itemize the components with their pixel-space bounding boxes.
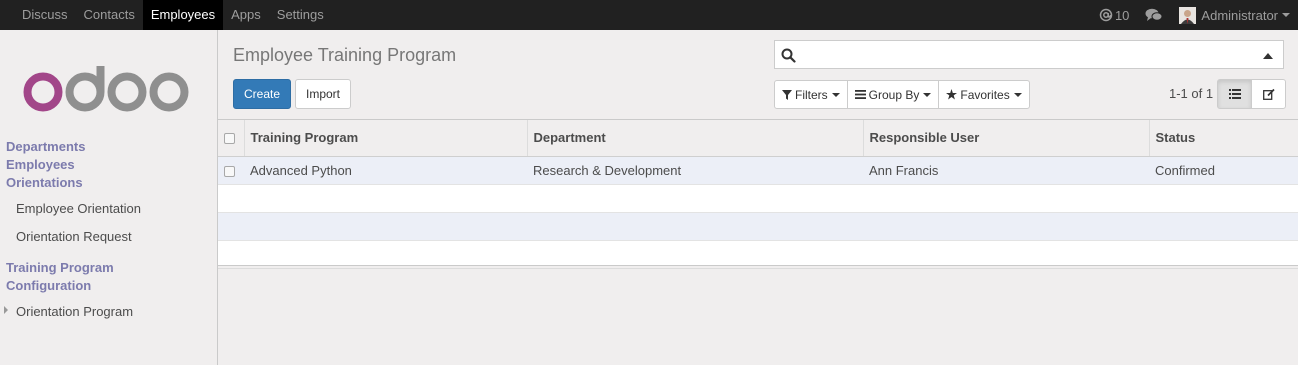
cell-training-program[interactable]: Advanced Python xyxy=(244,156,527,185)
sidebar-item-orientation-request[interactable]: Orientation Request xyxy=(16,229,132,244)
empty-row xyxy=(218,240,1298,269)
chevron-down-icon xyxy=(1013,92,1022,97)
sidebar-item-employees[interactable]: Employees xyxy=(6,157,75,172)
sidebar-item-configuration[interactable]: Configuration xyxy=(6,278,91,293)
chevron-down-icon xyxy=(923,92,932,97)
menu-contacts[interactable]: Contacts xyxy=(76,0,143,30)
pager-value[interactable]: 1-1 of 1 xyxy=(1169,86,1213,101)
table-row[interactable]: Advanced Python Research & Development A… xyxy=(218,156,1298,185)
row-select-cell xyxy=(218,156,244,185)
sidebar-item-employee-orientation[interactable]: Employee Orientation xyxy=(16,201,141,216)
at-icon xyxy=(1099,8,1113,22)
odoo-logo xyxy=(23,66,189,112)
list-view: Training Program Department Responsible … xyxy=(218,119,1298,365)
table-header-row: Training Program Department Responsible … xyxy=(218,120,1298,157)
form-view-button[interactable] xyxy=(1251,79,1286,109)
empty-row xyxy=(218,212,1298,241)
select-all-cell xyxy=(218,120,245,157)
systray: 10 Administrator xyxy=(1099,0,1298,30)
row-checkbox[interactable] xyxy=(224,165,235,177)
page-title: Employee Training Program xyxy=(233,45,457,65)
group-by-button[interactable]: Group By xyxy=(846,80,940,109)
cell-responsible-user[interactable]: Ann Francis xyxy=(863,156,1149,185)
column-header-training-program[interactable]: Training Program xyxy=(244,120,528,157)
chevron-down-icon xyxy=(831,92,840,97)
chevron-down-icon xyxy=(1282,13,1290,17)
top-navbar: Discuss Contacts Employees Apps Settings… xyxy=(0,0,1298,30)
filter-icon xyxy=(782,89,792,100)
search-icon xyxy=(781,48,796,63)
menu-apps[interactable]: Apps xyxy=(223,0,269,30)
column-header-status[interactable]: Status xyxy=(1149,120,1298,157)
import-button[interactable]: Import xyxy=(295,79,351,109)
sidebar-item-orientation-program[interactable]: Orientation Program xyxy=(16,304,133,319)
mention-count: 10 xyxy=(1114,7,1130,23)
filters-label: Filters xyxy=(795,87,828,102)
list-view-icon xyxy=(1228,89,1241,99)
favorites-button[interactable]: Favorites xyxy=(938,80,1030,109)
column-header-responsible-user[interactable]: Responsible User xyxy=(863,120,1150,157)
sidebar-item-orientations[interactable]: Orientations xyxy=(6,175,83,190)
cell-department[interactable]: Research & Development xyxy=(527,156,863,185)
avatar xyxy=(1179,6,1197,24)
filters-button[interactable]: Filters xyxy=(774,80,848,109)
app-menu: Discuss Contacts Employees Apps Settings xyxy=(14,0,332,30)
menu-discuss[interactable]: Discuss xyxy=(14,0,76,30)
search-filter-bar: Filters Group By Favorites xyxy=(774,80,1030,109)
search-options-toggle[interactable] xyxy=(1263,53,1273,59)
cell-status[interactable]: Confirmed xyxy=(1149,156,1298,185)
training-program-table: Training Program Department Responsible … xyxy=(218,120,1298,269)
chat-icon[interactable] xyxy=(1145,8,1163,22)
menu-employees[interactable]: Employees xyxy=(142,0,224,30)
create-button[interactable]: Create xyxy=(233,79,291,109)
sidebar-item-departments[interactable]: Departments xyxy=(6,139,85,154)
table-footer xyxy=(218,265,1298,269)
star-icon xyxy=(946,89,958,100)
search-input[interactable] xyxy=(774,40,1284,69)
mentions-button[interactable]: 10 xyxy=(1099,8,1129,23)
user-menu[interactable]: Administrator xyxy=(1179,6,1290,24)
sidebar: Departments Employees Orientations Emplo… xyxy=(0,30,218,365)
group-by-label: Group By xyxy=(868,87,920,102)
list-view-button[interactable] xyxy=(1217,79,1252,109)
user-name: Administrator xyxy=(1201,7,1278,23)
list-icon xyxy=(854,90,866,99)
select-all-checkbox[interactable] xyxy=(224,133,235,145)
expand-arrow-icon[interactable] xyxy=(4,306,8,314)
menu-settings[interactable]: Settings xyxy=(269,0,332,30)
edit-icon xyxy=(1262,88,1275,100)
column-header-department[interactable]: Department xyxy=(527,120,864,157)
favorites-label: Favorites xyxy=(960,87,1010,102)
sidebar-item-training-program[interactable]: Training Program xyxy=(6,260,114,275)
empty-row xyxy=(218,184,1298,213)
